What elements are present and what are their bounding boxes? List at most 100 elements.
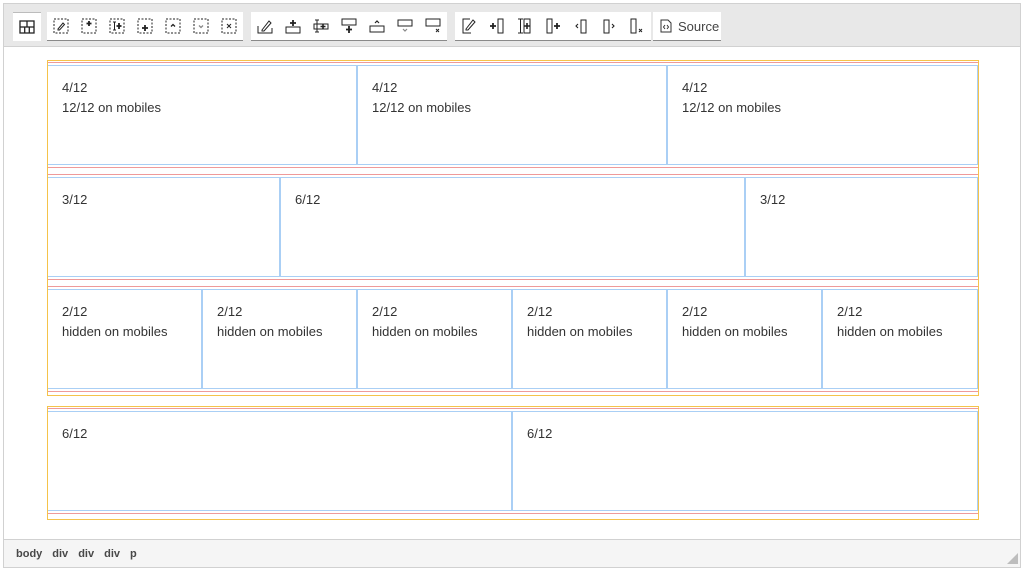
add-row-below-icon bbox=[341, 18, 357, 33]
column-note: hidden on mobiles bbox=[682, 324, 788, 339]
toolbar-group-block bbox=[47, 12, 243, 41]
delete-column-icon bbox=[630, 18, 643, 34]
grid-icon bbox=[19, 20, 35, 34]
insert-column-icon bbox=[518, 18, 531, 34]
delete-column-button[interactable] bbox=[623, 12, 651, 40]
move-column-left-icon bbox=[575, 19, 587, 34]
edit-block-button[interactable] bbox=[47, 12, 75, 40]
move-row-up-button[interactable] bbox=[363, 12, 391, 40]
move-block-down-icon bbox=[193, 18, 209, 34]
grid-column[interactable]: 4/12 12/12 on mobiles bbox=[48, 66, 358, 164]
column-note: 12/12 on mobiles bbox=[62, 100, 162, 115]
column-note: hidden on mobiles bbox=[527, 324, 633, 339]
column-title: 3/12 bbox=[62, 192, 88, 207]
path-item-body[interactable]: body bbox=[16, 548, 42, 560]
move-block-up-icon bbox=[165, 18, 181, 34]
column-title: 2/12 bbox=[62, 304, 88, 319]
column-title: 2/12 bbox=[217, 304, 243, 319]
column-title: 6/12 bbox=[62, 426, 88, 441]
edit-row-icon bbox=[257, 20, 273, 34]
delete-block-icon bbox=[221, 18, 237, 34]
column-title: 4/12 bbox=[682, 80, 708, 95]
column-note: hidden on mobiles bbox=[217, 324, 323, 339]
path-item-div[interactable]: div bbox=[78, 548, 94, 560]
add-column-right-button[interactable] bbox=[539, 12, 567, 40]
resize-grip-icon[interactable] bbox=[1007, 553, 1018, 564]
column-note: 12/12 on mobiles bbox=[372, 100, 472, 115]
insert-block-button[interactable] bbox=[103, 12, 131, 40]
column-note: hidden on mobiles bbox=[837, 324, 943, 339]
source-button[interactable]: Source bbox=[653, 12, 725, 40]
column-note: 12/12 on mobiles bbox=[682, 100, 782, 115]
source-code-icon bbox=[660, 19, 672, 33]
insert-column-button[interactable] bbox=[511, 12, 539, 40]
insert-row-button[interactable] bbox=[307, 12, 335, 40]
add-row-above-icon bbox=[285, 20, 301, 34]
column-title: 2/12 bbox=[372, 304, 398, 319]
move-block-down-button[interactable] bbox=[187, 12, 215, 40]
grid-row: 4/12 12/12 on mobiles 4/12 12/12 on mobile… bbox=[48, 62, 978, 168]
grid-column[interactable]: 2/12 hidden on mobiles bbox=[358, 290, 513, 388]
column-title: 2/12 bbox=[837, 304, 863, 319]
add-block-button[interactable] bbox=[75, 12, 103, 40]
grid-column[interactable]: 6/12 bbox=[281, 178, 746, 276]
add-column-left-button[interactable] bbox=[483, 12, 511, 40]
grid-column[interactable]: 2/12 hidden on mobiles bbox=[668, 290, 823, 388]
add-block-below-icon bbox=[137, 18, 153, 34]
add-row-below-button[interactable] bbox=[335, 12, 363, 40]
edit-column-button[interactable] bbox=[455, 12, 483, 40]
toolbar-group-source: Source bbox=[653, 12, 721, 41]
insert-block-icon bbox=[109, 18, 125, 34]
grid-column[interactable]: 4/12 12/12 on mobiles bbox=[358, 66, 668, 164]
grid-column[interactable]: 3/12 bbox=[48, 178, 281, 276]
edit-column-icon bbox=[462, 18, 476, 34]
source-label: Source bbox=[678, 18, 720, 34]
grid-row: 2/12 hidden on mobiles 2/12 hidden on mobi… bbox=[48, 286, 978, 392]
path-item-p[interactable]: p bbox=[130, 548, 137, 560]
edit-block-icon bbox=[53, 18, 69, 34]
move-block-up-button[interactable] bbox=[159, 12, 187, 40]
path-item-div[interactable]: div bbox=[52, 548, 68, 560]
delete-row-button[interactable] bbox=[419, 12, 447, 40]
grid-button[interactable] bbox=[13, 13, 41, 41]
column-title: 3/12 bbox=[760, 192, 786, 207]
grid-column[interactable]: 6/12 bbox=[513, 412, 978, 510]
move-row-up-icon bbox=[369, 20, 385, 33]
delete-block-button[interactable] bbox=[215, 12, 243, 40]
column-note: hidden on mobiles bbox=[62, 324, 168, 339]
content-area[interactable]: 4/12 12/12 on mobiles 4/12 12/12 on mobile… bbox=[4, 47, 1020, 541]
edit-row-button[interactable] bbox=[251, 12, 279, 40]
move-row-down-button[interactable] bbox=[391, 12, 419, 40]
add-row-above-button[interactable] bbox=[279, 12, 307, 40]
column-title: 2/12 bbox=[527, 304, 553, 319]
grid-column[interactable]: 6/12 bbox=[48, 412, 513, 510]
add-column-left-icon bbox=[490, 18, 504, 34]
move-column-right-button[interactable] bbox=[595, 12, 623, 40]
move-row-down-icon bbox=[397, 19, 413, 32]
editor: Source 4/12 12/12 on mobiles 4/12 12/12 on… bbox=[3, 3, 1021, 568]
column-note: hidden on mobiles bbox=[372, 324, 478, 339]
grid-column[interactable]: 2/12 hidden on mobiles bbox=[513, 290, 668, 388]
move-column-left-button[interactable] bbox=[567, 12, 595, 40]
container: 4/12 12/12 on mobiles 4/12 12/12 on mobile… bbox=[47, 60, 979, 396]
path-item-div[interactable]: div bbox=[104, 548, 120, 560]
column-title: 6/12 bbox=[527, 426, 553, 441]
column-title: 2/12 bbox=[682, 304, 708, 319]
column-title: 6/12 bbox=[295, 192, 321, 207]
add-block-below-button[interactable] bbox=[131, 12, 159, 40]
insert-row-icon bbox=[313, 19, 329, 33]
grid-column[interactable]: 4/12 12/12 on mobiles bbox=[668, 66, 978, 164]
grid-row: 3/12 6/12 3/12 bbox=[48, 174, 978, 280]
toolbar-group-column bbox=[455, 12, 651, 41]
toolbar-group-row bbox=[251, 12, 447, 41]
add-column-right-icon bbox=[546, 18, 560, 34]
toolbar-group-grid bbox=[13, 12, 41, 41]
grid-column[interactable]: 2/12 hidden on mobiles bbox=[823, 290, 978, 388]
element-path-bar: body div div div p bbox=[4, 539, 1020, 567]
toolbar: Source bbox=[4, 4, 1020, 47]
grid-column[interactable]: 2/12 hidden on mobiles bbox=[48, 290, 203, 388]
move-column-right-icon bbox=[603, 19, 615, 34]
grid-column[interactable]: 3/12 bbox=[746, 178, 978, 276]
grid-row: 6/12 6/12 bbox=[48, 408, 978, 514]
grid-column[interactable]: 2/12 hidden on mobiles bbox=[203, 290, 358, 388]
